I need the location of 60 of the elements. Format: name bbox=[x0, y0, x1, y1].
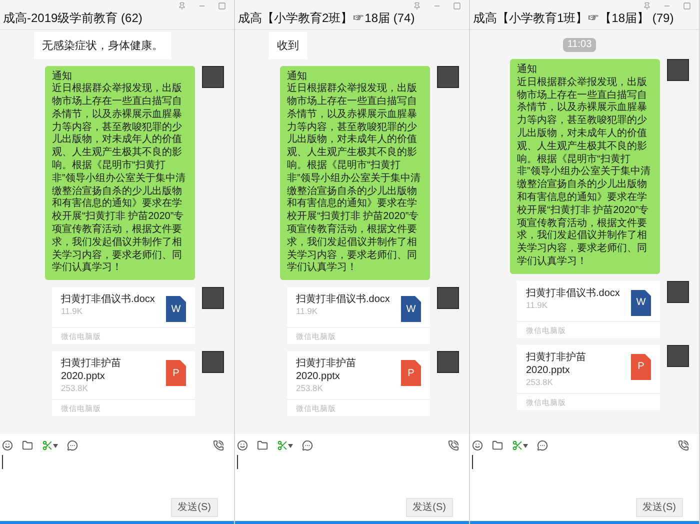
folder-icon[interactable] bbox=[257, 440, 268, 451]
message-text: 近日根据群众举报发现，出版物市场上存在一些直白描写自杀情节，以及赤裸展示血腥暴力等内容，甚至教唆犯罪的少儿出版物，对未成年人的价值观、人生观产生极其不良的影响。根据《昆明市“扫黄打非”领导小组办公室关于集中清缴整治宣扬自杀的少儿出版物和有害信息的通知》要求在学校开展“扫黄打非 护苗2020”专项宣传教育活动，根据文件要求，我们发起倡议并制作了相关学习内容，要求老师们、同学们认真学习！ bbox=[287, 83, 422, 276]
pin-icon[interactable] bbox=[178, 2, 186, 10]
send-button[interactable]: 发送(S) bbox=[636, 498, 683, 517]
avatar-photo-placeholder bbox=[202, 66, 224, 88]
file-name: 扫黄打非护苗2020.pptx bbox=[526, 350, 587, 377]
message-bubble: 收到 bbox=[269, 32, 307, 58]
file-type-letter: P bbox=[638, 360, 644, 374]
folder-icon[interactable] bbox=[492, 440, 503, 451]
file-size: 11.9K bbox=[526, 300, 549, 311]
chat-title: 成高【小学教育2班】☞18届 (74) bbox=[238, 10, 415, 26]
avatar-photo-placeholder bbox=[667, 280, 689, 303]
file-size: 253.8K bbox=[526, 376, 554, 388]
file-size: 253.8K bbox=[296, 383, 324, 394]
avatar-photo-placeholder bbox=[437, 287, 459, 310]
message-text: 近日根据群众举报发现，出版物市场上存在一些直白描写自杀情节，以及赤裸展示血腥暴力等内容，甚至教唆犯罪的少儿出版物，对未成年人的价值观、人生观产生极其不良的影响。根据《昆明市“扫黄打非”领导小组办公室关于集中清缴整治宣扬自杀的少儿出版物和有害信息的通知》要求在学校开展“扫黄打非 护苗2020”专项宣传教育活动，根据文件要求，我们发起倡议并制作了相关学习内容，要求老师们、同学们认真学习！ bbox=[52, 83, 186, 276]
timestamp: 11:03 bbox=[563, 38, 596, 52]
avatar-photo-placeholder bbox=[202, 351, 224, 374]
emoji-icon[interactable] bbox=[472, 440, 483, 451]
chat-bubble-icon[interactable] bbox=[302, 440, 313, 451]
message-bubble: 无感染症状，身体健康。 bbox=[34, 32, 171, 58]
folder-icon[interactable] bbox=[22, 440, 33, 451]
send-button[interactable]: 发送(S) bbox=[406, 498, 453, 517]
file-name: 扫黄打非护苗2020.pptx bbox=[61, 357, 122, 384]
screenshot-scissors-icon[interactable] bbox=[42, 440, 58, 451]
chat-bubble-icon[interactable] bbox=[537, 440, 548, 451]
emoji-icon[interactable] bbox=[2, 440, 13, 451]
screenshot-scissors-icon[interactable] bbox=[277, 440, 293, 451]
pin-icon[interactable] bbox=[643, 2, 651, 10]
send-button[interactable]: 发送(S) bbox=[170, 498, 218, 517]
file-size: 253.8K bbox=[61, 383, 89, 394]
call-icon[interactable] bbox=[678, 440, 689, 451]
file-name: 扫黄打非倡议书.docx bbox=[526, 286, 621, 300]
avatar-photo-placeholder bbox=[667, 59, 689, 81]
file-size: 11.9K bbox=[61, 306, 84, 318]
file-size: 11.9K bbox=[296, 306, 319, 318]
avatar-photo-placeholder bbox=[437, 351, 459, 374]
call-icon[interactable] bbox=[448, 440, 459, 451]
avatar-photo-placeholder bbox=[667, 344, 689, 367]
file-type-letter: P bbox=[172, 366, 180, 381]
file-type-letter: W bbox=[406, 302, 416, 317]
emoji-icon[interactable] bbox=[237, 440, 248, 451]
screenshot-scissors-icon[interactable] bbox=[512, 440, 528, 451]
avatar-photo-placeholder bbox=[437, 66, 459, 88]
message-heading: 通知 bbox=[517, 64, 538, 76]
avatar-photo-placeholder bbox=[202, 287, 224, 310]
file-name: 扫黄打非倡议书.docx bbox=[296, 293, 391, 306]
file-name: 扫黄打非护苗2020.pptx bbox=[296, 357, 357, 384]
file-type-letter: P bbox=[408, 366, 414, 381]
pin-icon[interactable] bbox=[413, 2, 421, 10]
call-icon[interactable] bbox=[213, 440, 224, 451]
message-heading: 通知 bbox=[52, 70, 73, 82]
message-text: 近日根据群众举报发现，出版物市场上存在一些直白描写自杀情节，以及赤裸展示血腥暴力等内容，甚至教唆犯罪的少儿出版物，对未成年人的价值观、人生观产生极其不良的影响。根据《昆明市“扫黄打非”领导小组办公室关于集中清缴整治宣扬自杀的少儿出版物和有害信息的通知》要求在学校开展“扫黄打非 护苗2020”专项宣传教育活动，根据文件要求，我们发起倡议并制作了相关学习内容，要求老师们、同学们认真学习！ bbox=[517, 76, 652, 269]
file-name: 扫黄打非倡议书.docx bbox=[61, 293, 156, 306]
file-type-letter: W bbox=[171, 302, 181, 317]
chat-bubble-icon[interactable] bbox=[67, 440, 78, 451]
chat-title: 成高【小学教育1班】☞【18届】 (79) bbox=[473, 10, 674, 26]
chat-title: 成高-2019级学前教育 (62) bbox=[3, 10, 142, 26]
file-type-letter: W bbox=[636, 296, 646, 310]
message-heading: 通知 bbox=[287, 70, 308, 82]
